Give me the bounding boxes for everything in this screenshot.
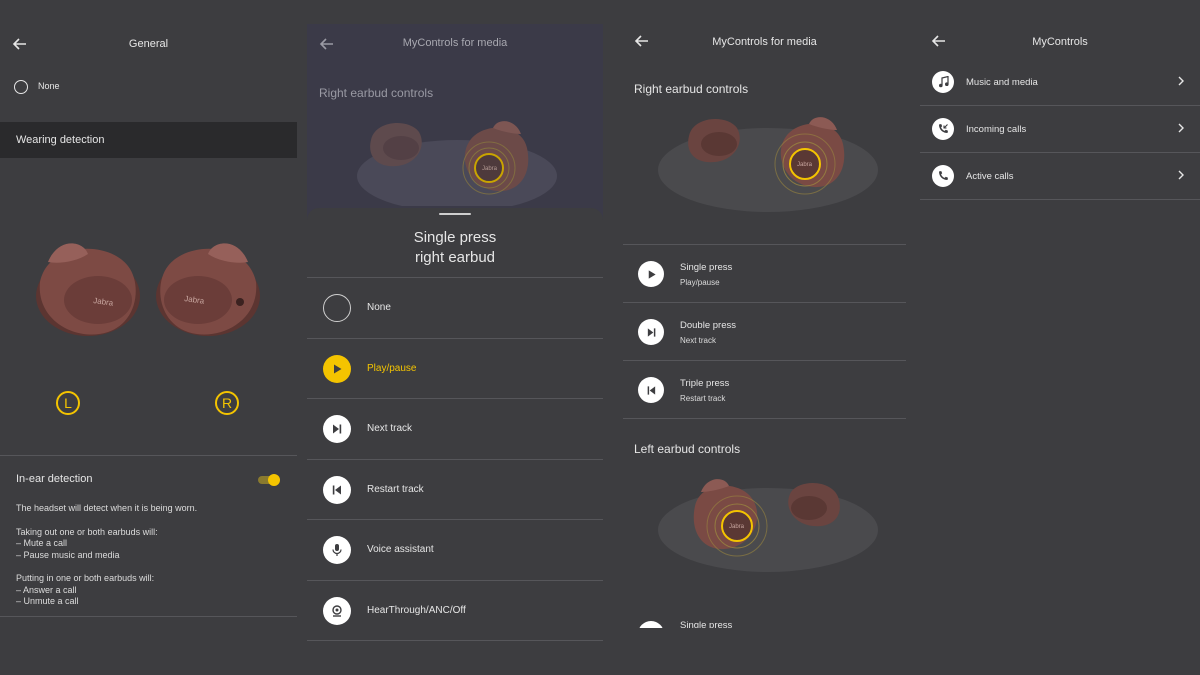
desc-line: The headset will detect when it is being… (16, 503, 198, 513)
page-title: MyControls for media (402, 37, 508, 49)
mycontrols-sheet-panel: MyControls for media Right earbud contro… (307, 24, 603, 675)
right-earbud-image: Jabra (658, 117, 878, 212)
divider (0, 455, 297, 456)
desc-line: – Answer a call (16, 584, 77, 595)
left-section-title: Left earbud controls (634, 442, 741, 456)
restart-track-icon (323, 476, 351, 504)
chevron-right-icon (1178, 170, 1184, 180)
control-value: Play/pause (680, 278, 720, 287)
wearing-detection-row[interactable]: Wearing detection (0, 122, 297, 158)
radio-icon (14, 80, 28, 94)
drag-handle[interactable] (439, 213, 471, 215)
desc-line: – Pause music and media (16, 549, 120, 560)
mycontrols-panel: MyControls Music and media Incoming call… (920, 0, 1200, 675)
menu-item-label: Music and media (966, 77, 1038, 88)
option-label: HearThrough/ANC/Off (367, 605, 466, 616)
bottom-sheet: Single press right earbud None Play/paus… (307, 208, 603, 675)
general-panel: General None Wearing detection Jabra Jab… (0, 0, 297, 675)
menu-item-label: Incoming calls (966, 124, 1027, 135)
incoming-call-icon (932, 118, 954, 140)
partial-control-row[interactable]: Single press (623, 618, 906, 628)
play-icon (638, 621, 664, 628)
divider (0, 616, 297, 617)
divider (920, 199, 1200, 200)
right-section-title: Right earbud controls (634, 82, 749, 96)
desc-line: – Mute a call (16, 538, 68, 548)
control-row-single[interactable]: Single press Play/pause (623, 245, 906, 302)
option-play-pause[interactable]: Play/pause (307, 339, 603, 399)
empty-circle-icon (323, 294, 351, 322)
header: MyControls (920, 24, 1200, 64)
option-label: Play/pause (367, 363, 417, 374)
header: General (0, 26, 297, 66)
desc-line: Taking out one or both earbuds will: (16, 526, 158, 537)
option-restart-track[interactable]: Restart track (307, 460, 603, 520)
svg-text:Jabra: Jabra (729, 524, 745, 530)
none-label: None (38, 81, 60, 91)
menu-item-music-media[interactable]: Music and media (920, 59, 1200, 105)
in-ear-toggle[interactable] (258, 473, 280, 487)
next-track-icon (638, 319, 664, 345)
control-title: Double press (680, 320, 736, 331)
control-title: Single press (680, 262, 733, 273)
page-title: General (128, 38, 169, 50)
sheet-title-line: Single press (413, 229, 497, 246)
divider (623, 418, 906, 419)
option-label: None (367, 302, 391, 313)
control-row-triple[interactable]: Triple press Restart track (623, 361, 906, 418)
control-row-double[interactable]: Double press Next track (623, 303, 906, 360)
control-value: Next track (680, 336, 717, 345)
desc-line: Putting in one or both earbuds will: (16, 573, 155, 583)
music-note-icon (932, 71, 954, 93)
next-track-icon (323, 415, 351, 443)
right-badge: R (215, 391, 239, 415)
menu-item-incoming-calls[interactable]: Incoming calls (920, 106, 1200, 152)
page-title: MyControls (1032, 36, 1088, 48)
chevron-right-icon (1178, 76, 1184, 86)
control-value: Restart track (680, 394, 726, 403)
option-label: Restart track (367, 484, 424, 495)
phone-icon (932, 165, 954, 187)
restart-track-icon (638, 377, 664, 403)
option-none[interactable]: None (307, 278, 603, 338)
mycontrols-media-panel: MyControls for media Right earbud contro… (623, 0, 906, 675)
control-title: Triple press (680, 378, 730, 389)
header: MyControls for media (623, 24, 906, 64)
menu-item-label: Active calls (966, 171, 1014, 182)
play-icon (638, 261, 664, 287)
control-title: Single press (680, 620, 733, 628)
sheet-title: Single press right earbud (307, 228, 603, 268)
option-next-track[interactable]: Next track (307, 399, 603, 459)
svg-text:Jabra: Jabra (797, 162, 813, 168)
desc-line: – Unmute a call (16, 596, 79, 606)
hearthrough-icon (323, 597, 351, 625)
in-ear-detection-label: In-ear detection (16, 473, 93, 485)
microphone-icon (323, 536, 351, 564)
chevron-right-icon (1178, 123, 1184, 133)
option-hearthrough[interactable]: HearThrough/ANC/Off (307, 581, 603, 641)
left-earbud-image: Jabra (658, 479, 878, 572)
divider (307, 640, 603, 641)
option-voice-assistant[interactable]: Voice assistant (307, 520, 603, 580)
toggle-knob (268, 474, 280, 486)
in-ear-description: The headset will detect when it is being… (16, 503, 286, 608)
play-icon (323, 355, 351, 383)
option-label: Voice assistant (367, 544, 434, 555)
option-label: Next track (367, 423, 413, 434)
section-title: Right earbud controls (319, 86, 434, 100)
page-title: MyControls for media (712, 36, 817, 48)
left-badge: L (56, 391, 80, 415)
earbuds-image: Jabra (357, 121, 557, 206)
svg-text:Jabra: Jabra (482, 166, 498, 172)
menu-item-active-calls[interactable]: Active calls (920, 153, 1200, 199)
header: MyControls for media (307, 28, 603, 68)
wearing-detection-label: Wearing detection (16, 134, 105, 146)
earbuds-image: Jabra Jabra (36, 243, 260, 336)
sheet-title-line: right earbud (414, 249, 496, 266)
